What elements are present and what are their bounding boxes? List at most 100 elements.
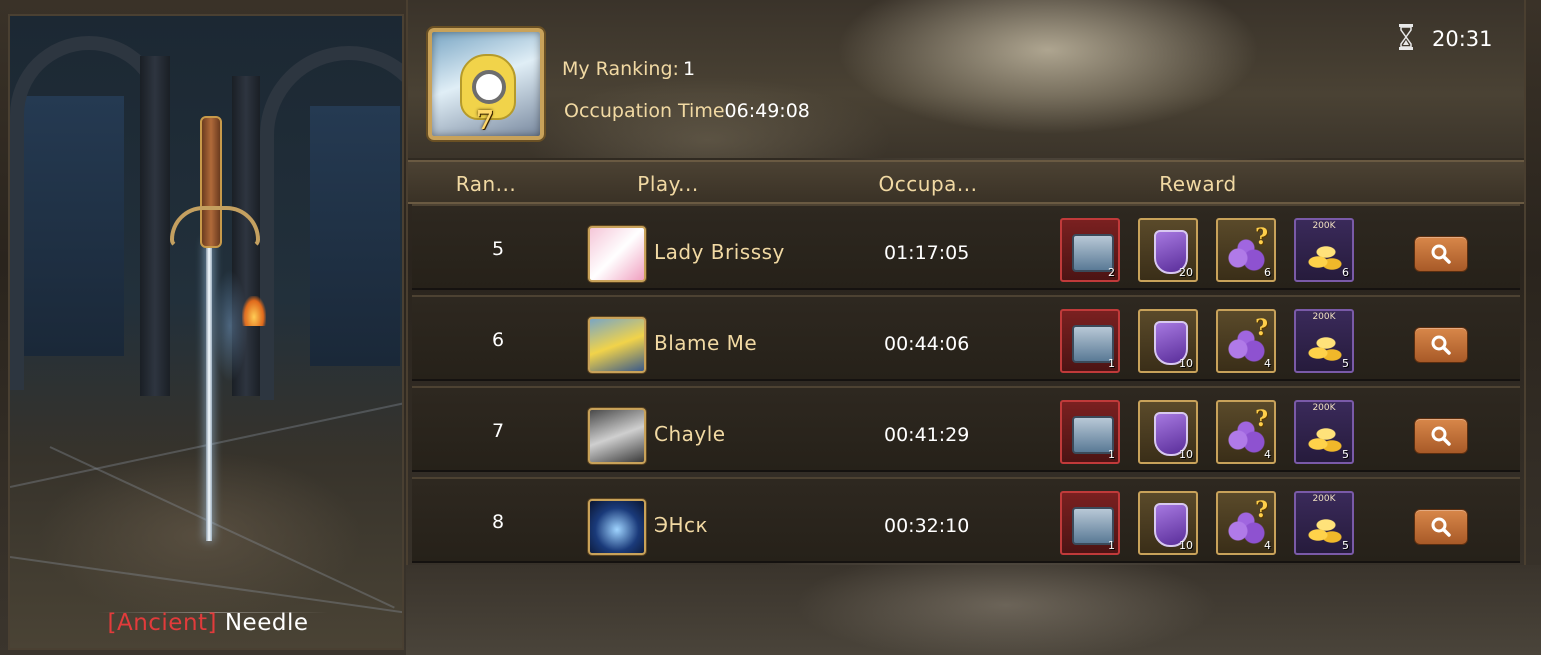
reward-chest[interactable]: 1 <box>1060 491 1120 555</box>
my-ranking: My Ranking: 1 <box>562 58 695 80</box>
view-player-button[interactable] <box>1414 236 1468 272</box>
reward-chest[interactable]: 1 <box>1060 400 1120 464</box>
hourglass-icon <box>1399 24 1413 50</box>
header-rank[interactable]: Ran... <box>446 172 526 196</box>
header-player[interactable]: Play... <box>608 172 728 196</box>
occupation-time: Occupation Time06:49:08 <box>564 100 810 122</box>
reward-gold-coins[interactable]: 200K 5 <box>1294 309 1354 373</box>
reward-shield[interactable]: 10 <box>1138 309 1198 373</box>
gold-coins-icon <box>1308 242 1344 270</box>
magnifier-icon <box>1431 517 1451 537</box>
occupation-time-cell: 00:41:29 <box>884 424 970 446</box>
reward-quantity: 5 <box>1342 357 1349 370</box>
magnifier-icon <box>1431 426 1451 446</box>
reward-amount-label: 200K <box>1312 221 1336 231</box>
table-row: 5 Lady Brisssy 01:17:05 2 20 ? 6 200K 6 <box>412 204 1520 290</box>
header-reward: Reward <box>1159 172 1237 196</box>
reward-quantity: 1 <box>1108 448 1115 461</box>
occupation-time-cell: 01:17:05 <box>884 242 970 264</box>
table-row: 7 Chayle 00:41:29 1 10 ? 4 200K 5 <box>412 386 1520 472</box>
item-preview-panel: [Ancient] Needle <box>8 14 404 650</box>
reward-quantity: 10 <box>1179 539 1193 552</box>
reward-shield[interactable]: 10 <box>1138 400 1198 464</box>
rank-cell: 8 <box>491 511 505 533</box>
countdown-timer: 20:31 <box>1432 27 1493 51</box>
reward-chest[interactable]: 1 <box>1060 309 1120 373</box>
player-avatar[interactable] <box>588 408 646 464</box>
floor-pattern <box>49 446 395 609</box>
background-pillar <box>140 56 170 396</box>
sword-guard <box>170 206 260 248</box>
reward-mystery-orbs[interactable]: ? 4 <box>1216 309 1276 373</box>
table-header: Ran... Play... Occupa... Reward <box>408 160 1524 204</box>
question-mark-icon: ? <box>1255 497 1268 523</box>
gold-coins-icon <box>1308 515 1344 543</box>
player-avatar[interactable] <box>588 499 646 555</box>
player-name[interactable]: Chayle <box>654 422 726 446</box>
magnifier-icon <box>1431 335 1451 355</box>
reward-gold-coins[interactable]: 200K 5 <box>1294 491 1354 555</box>
table-row: 8 ЭНск 00:32:10 1 10 ? 4 200K 5 <box>412 477 1520 563</box>
view-player-button[interactable] <box>1414 327 1468 363</box>
my-avatar[interactable]: 7 <box>428 28 544 140</box>
reward-gold-coins[interactable]: 200K 5 <box>1294 400 1354 464</box>
gold-coins-icon <box>1308 424 1344 452</box>
player-name[interactable]: Blame Me <box>654 331 757 355</box>
reward-gold-coins[interactable]: 200K 6 <box>1294 218 1354 282</box>
reward-chest[interactable]: 2 <box>1060 218 1120 282</box>
ranking-panel: 7 My Ranking: 1 Occupation Time06:49:08 2… <box>406 0 1526 565</box>
occupation-time-value: 06:49:08 <box>724 100 810 122</box>
player-avatar[interactable] <box>588 317 646 373</box>
reward-shield[interactable]: 20 <box>1138 218 1198 282</box>
occupation-time-label: Occupation Time <box>564 100 725 122</box>
reward-mystery-orbs[interactable]: ? 6 <box>1216 218 1276 282</box>
avatar-goggle <box>472 70 506 104</box>
question-mark-icon: ? <box>1255 315 1268 341</box>
reward-quantity: 6 <box>1264 266 1271 279</box>
reward-quantity: 20 <box>1179 266 1193 279</box>
floor-pattern <box>10 556 402 617</box>
reward-quantity: 10 <box>1179 357 1193 370</box>
reward-quantity: 5 <box>1342 448 1349 461</box>
reward-quantity: 10 <box>1179 448 1193 461</box>
header-occupation[interactable]: Occupa... <box>858 172 998 196</box>
view-player-button[interactable] <box>1414 509 1468 545</box>
rank-cell: 5 <box>491 238 505 260</box>
reward-amount-label: 200K <box>1312 312 1336 322</box>
rank-cell: 6 <box>491 329 505 351</box>
item-rarity: [Ancient] <box>107 610 218 636</box>
occupation-time-cell: 00:32:10 <box>884 515 970 537</box>
occupation-time-cell: 00:44:06 <box>884 333 970 355</box>
question-mark-icon: ? <box>1255 406 1268 432</box>
reward-quantity: 1 <box>1108 539 1115 552</box>
background-arch <box>260 46 402 400</box>
reward-quantity: 6 <box>1342 266 1349 279</box>
reward-mystery-orbs[interactable]: ? 4 <box>1216 400 1276 464</box>
avatar-level-badge: 7 <box>476 106 495 136</box>
view-player-button[interactable] <box>1414 418 1468 454</box>
reward-shield[interactable]: 10 <box>1138 491 1198 555</box>
reward-quantity: 5 <box>1342 539 1349 552</box>
player-avatar[interactable] <box>588 226 646 282</box>
reward-quantity: 4 <box>1264 448 1271 461</box>
player-name[interactable]: ЭНск <box>654 513 708 537</box>
player-name[interactable]: Lady Brisssy <box>654 240 785 264</box>
reward-quantity: 1 <box>1108 357 1115 370</box>
ranking-header: 7 My Ranking: 1 Occupation Time06:49:08 2… <box>408 0 1524 158</box>
sword-aura <box>190 246 250 406</box>
rank-cell: 7 <box>491 420 505 442</box>
background-floor <box>406 565 1541 655</box>
item-name: Needle <box>224 610 309 636</box>
reward-amount-label: 200K <box>1312 403 1336 413</box>
my-ranking-value: 1 <box>682 58 696 80</box>
reward-quantity: 2 <box>1108 266 1115 279</box>
table-row: 6 Blame Me 00:44:06 1 10 ? 4 200K 5 <box>412 295 1520 381</box>
reward-quantity: 4 <box>1264 357 1271 370</box>
magnifier-icon <box>1431 244 1451 264</box>
gold-coins-icon <box>1308 333 1344 361</box>
reward-mystery-orbs[interactable]: ? 4 <box>1216 491 1276 555</box>
item-name-label: [Ancient] Needle <box>10 610 402 636</box>
reward-quantity: 4 <box>1264 539 1271 552</box>
question-mark-icon: ? <box>1255 224 1268 250</box>
my-ranking-label: My Ranking: <box>562 58 679 80</box>
